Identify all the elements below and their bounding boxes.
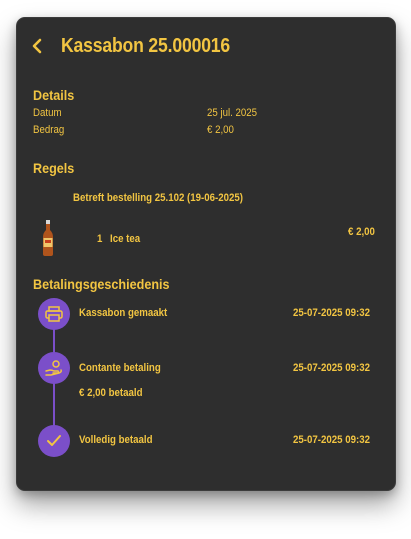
event-cash-amount: € 2,00 betaald [79,387,143,399]
event-paid-label: Volledig betaald [79,434,153,446]
page-title: Kassabon 25.000016 [61,34,231,57]
event-cash-time: 25-07-2025 09:32 [293,362,370,374]
event-paid-time: 25-07-2025 09:32 [293,434,370,446]
check-icon [38,425,70,457]
cash-hand-icon [38,352,70,384]
line-item-qty: 1 [97,233,103,245]
payment-history-heading: Betalingsgeschiedenis [33,276,170,292]
line-item-name: Ice tea [110,233,141,245]
header: Kassabon 25.000016 [31,34,253,58]
amount-value: € 2,00 [207,124,234,136]
event-cash-label: Contante betaling [79,362,161,374]
line-item-price: € 2,00 [348,226,375,238]
details-heading: Details [33,87,75,103]
bottle-icon [41,220,55,256]
receipt-card: Kassabon 25.000016 Details Datum 25 jul.… [16,17,396,491]
amount-label: Bedrag [33,124,65,136]
event-created-time: 25-07-2025 09:32 [293,307,370,319]
printer-icon [38,298,70,330]
date-label: Datum [33,107,62,119]
order-reference[interactable]: Betreft bestelling 25.102 (19-06-2025) [73,192,243,204]
date-value: 25 jul. 2025 [207,107,258,119]
event-created-label: Kassabon gemaakt [79,307,168,319]
back-arrow-icon[interactable] [31,34,49,58]
lines-heading: Regels [33,160,75,176]
